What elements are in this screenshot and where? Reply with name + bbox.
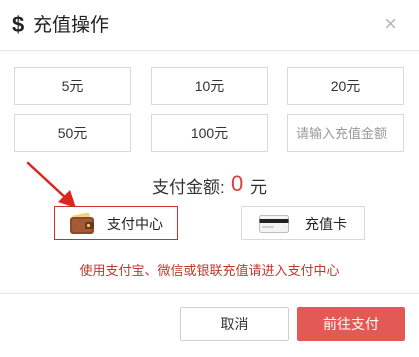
footer-divider xyxy=(0,293,419,294)
recharge-card-label: 充值卡 xyxy=(305,216,347,232)
arrow-annotation xyxy=(26,161,76,208)
amount-option-100[interactable]: 100元 xyxy=(151,114,268,152)
payment-notice: 使用支付宝、微信或银联充值请进入支付中心 xyxy=(79,263,340,278)
card-icon xyxy=(259,215,289,233)
amount-option-label: 50元 xyxy=(57,125,88,141)
amount-option-label: 100元 xyxy=(190,125,229,141)
amount-option-label: 5元 xyxy=(61,78,84,94)
amount-option-label: 10元 xyxy=(194,78,225,94)
custom-amount-input[interactable] xyxy=(287,114,404,152)
go-to-payment-button[interactable]: 前往支付 xyxy=(297,307,405,341)
cancel-button-label: 取消 xyxy=(220,316,249,332)
payment-amount-unit: 元 xyxy=(250,178,267,197)
dollar-icon: $ xyxy=(12,12,25,37)
amount-option-5[interactable]: 5元 xyxy=(14,67,131,105)
payment-amount-value: 0 xyxy=(231,171,244,196)
wallet-icon xyxy=(70,213,94,234)
payment-center-button[interactable]: 支付中心 xyxy=(54,206,178,240)
recharge-card-button[interactable]: 充值卡 xyxy=(241,206,365,240)
amount-option-20[interactable]: 20元 xyxy=(287,67,404,105)
amount-option-label: 20元 xyxy=(330,78,361,94)
close-icon[interactable]: × xyxy=(384,12,397,36)
payment-center-label: 支付中心 xyxy=(107,216,163,232)
go-to-payment-label: 前往支付 xyxy=(323,316,379,332)
amount-option-10[interactable]: 10元 xyxy=(151,67,268,105)
cancel-button[interactable]: 取消 xyxy=(180,307,289,341)
recharge-dialog: $ 充值操作 × 5元 10元 20元 50元 100元 支付金额: 0 元 支… xyxy=(0,0,419,357)
dialog-title: 充值操作 xyxy=(33,15,110,36)
amount-option-50[interactable]: 50元 xyxy=(14,114,131,152)
dialog-header: $ 充值操作 × xyxy=(0,0,419,51)
payment-amount-label: 支付金额: xyxy=(152,178,225,197)
